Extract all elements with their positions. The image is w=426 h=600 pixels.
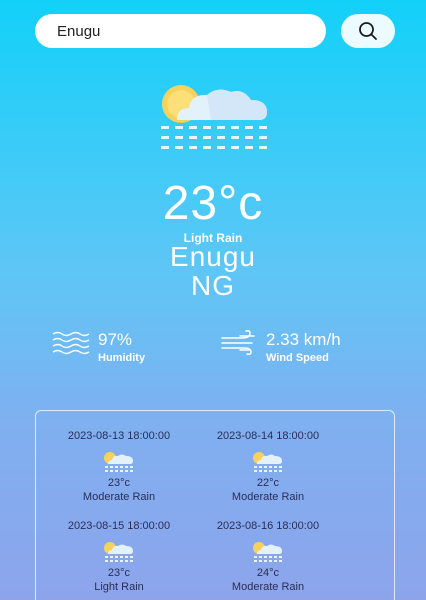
forecast-item: 2023-08-15 18:00:00 23°c Light Rain	[44, 519, 194, 594]
forecast-desc: Moderate Rain	[82, 491, 156, 503]
forecast-date: 2023-08-15 18:00:00	[67, 520, 171, 532]
forecast-temp: 22°c	[256, 477, 280, 489]
search-input[interactable]	[35, 14, 326, 48]
humidity-value: 97%	[98, 330, 133, 349]
cloud-sun-rain-icon	[161, 85, 267, 149]
cloud-sun-rain-icon	[253, 452, 282, 472]
humidity-label: Humidity	[98, 352, 146, 364]
forecast-desc: Light Rain	[94, 581, 144, 593]
forecast-date: 2023-08-13 18:00:00	[67, 430, 171, 442]
forecast-date: 2023-08-16 18:00:00	[216, 520, 320, 532]
wind-label: Wind Speed	[266, 352, 329, 364]
cloud-sun-rain-icon	[104, 452, 133, 472]
search-icon	[359, 22, 377, 40]
search-bar	[35, 14, 395, 50]
wind-icon	[221, 330, 255, 355]
current-temperature: 23°c	[162, 177, 264, 230]
wind-value: 2.33 km/h	[266, 330, 341, 349]
forecast-desc: Moderate Rain	[231, 491, 305, 503]
forecast-temp: 23°c	[107, 477, 131, 489]
wind-stat: 2.33 km/h Wind Speed	[220, 330, 341, 365]
cloud-sun-rain-icon	[104, 542, 133, 562]
search-button[interactable]	[341, 14, 395, 48]
forecast-desc: Moderate Rain	[231, 581, 305, 593]
country-code: NG	[191, 270, 235, 301]
forecast-panel: 2023-08-13 18:00:00 23°c Moderate Rain 2…	[35, 410, 395, 600]
forecast-item: 2023-08-13 18:00:00 23°c Moderate Rain	[44, 429, 194, 504]
forecast-date: 2023-08-14 18:00:00	[216, 430, 320, 442]
humidity-stat: 97% Humidity	[52, 330, 145, 365]
humidity-waves-icon	[52, 331, 90, 355]
cloud-sun-rain-icon	[253, 542, 282, 562]
forecast-item: 2023-08-14 18:00:00 22°c Moderate Rain	[193, 429, 343, 504]
forecast-temp: 24°c	[256, 567, 280, 579]
forecast-item: 2023-08-16 18:00:00 24°c Moderate Rain	[193, 519, 343, 594]
city-name: Enugu	[170, 241, 256, 272]
forecast-temp: 23°c	[107, 567, 131, 579]
